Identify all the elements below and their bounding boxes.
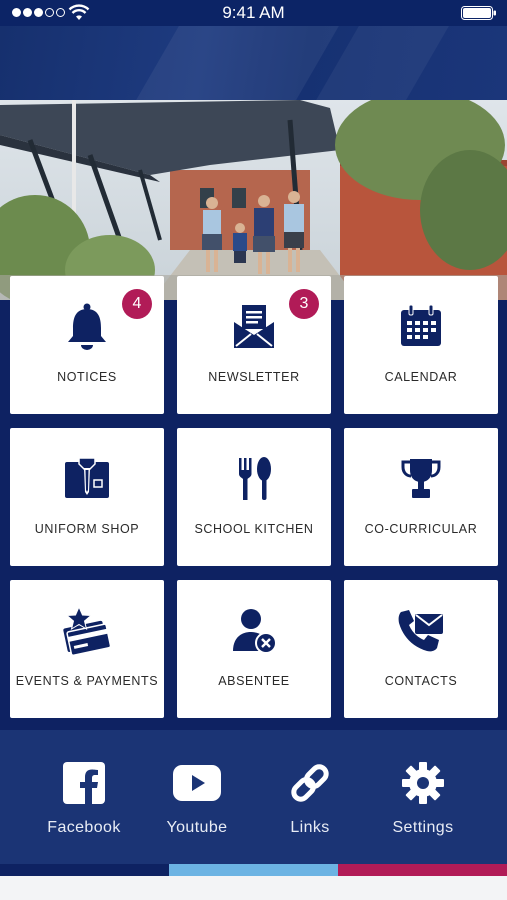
header-banner (0, 26, 507, 100)
tile-events-payments-label: EVENTS & PAYMENTS (15, 674, 159, 688)
nav-youtube[interactable]: Youtube (140, 760, 254, 850)
tile-notices-label: NOTICES (57, 370, 117, 384)
fork-spoon-icon (239, 457, 271, 500)
phone-mail-icon (398, 610, 443, 652)
nav-links[interactable]: Links (253, 760, 367, 850)
accent-stripe-navy (0, 864, 169, 876)
status-time: 9:41 AM (222, 3, 285, 22)
footer-area (0, 876, 507, 900)
tile-school-kitchen-label: SCHOOL KITCHEN (194, 522, 314, 536)
tile-co-curricular[interactable]: CO-CURRICULAR (344, 428, 498, 566)
envelope-open-icon (234, 305, 274, 348)
tile-absentee[interactable]: ABSENTEE (177, 580, 331, 718)
tile-contacts-label: CONTACTS (384, 674, 458, 688)
nav-links-label: Links (290, 819, 330, 836)
accent-stripe-blue (169, 864, 338, 876)
tile-co-curricular-label: CO-CURRICULAR (364, 522, 478, 536)
user-cancel-icon (233, 609, 277, 654)
facebook-icon (63, 762, 105, 804)
nav-settings[interactable]: Settings (366, 760, 480, 850)
gear-icon (402, 762, 444, 804)
nav-facebook-label: Facebook (47, 819, 121, 836)
accent-stripe-magenta (338, 864, 507, 876)
link-icon (291, 764, 329, 802)
calendar-icon (401, 304, 441, 346)
trophy-icon (401, 459, 441, 498)
bell-icon (68, 303, 106, 350)
nav-settings-label: Settings (392, 819, 454, 836)
star-card-icon (63, 606, 112, 656)
newsletter-count-badge: 3 (289, 289, 319, 319)
shirt-icon (65, 457, 109, 498)
tile-school-kitchen[interactable]: SCHOOL KITCHEN (177, 428, 331, 566)
notices-count-badge: 4 (122, 289, 152, 319)
bottom-nav: Facebook Youtube Links Settings (0, 730, 507, 864)
tile-calendar[interactable]: CALENDAR (344, 276, 498, 414)
tile-notices[interactable]: NOTICES 4 (10, 276, 164, 414)
status-bar: 9:41 AM (0, 0, 507, 26)
tile-newsletter-label: NEWSLETTER (208, 370, 300, 384)
nav-facebook[interactable]: Facebook (27, 760, 141, 850)
tile-uniform-shop-label: UNIFORM SHOP (34, 522, 140, 536)
tile-events-payments[interactable]: EVENTS & PAYMENTS (10, 580, 164, 718)
battery-icon (461, 6, 496, 20)
tile-uniform-shop[interactable]: UNIFORM SHOP (10, 428, 164, 566)
hero-photo (0, 100, 507, 302)
tile-absentee-label: ABSENTEE (218, 674, 290, 688)
tile-calendar-label: CALENDAR (384, 370, 458, 384)
nav-youtube-label: Youtube (166, 819, 228, 836)
tile-contacts[interactable]: CONTACTS (344, 580, 498, 718)
tile-newsletter[interactable]: NEWSLETTER 3 (177, 276, 331, 414)
youtube-icon (173, 765, 221, 801)
